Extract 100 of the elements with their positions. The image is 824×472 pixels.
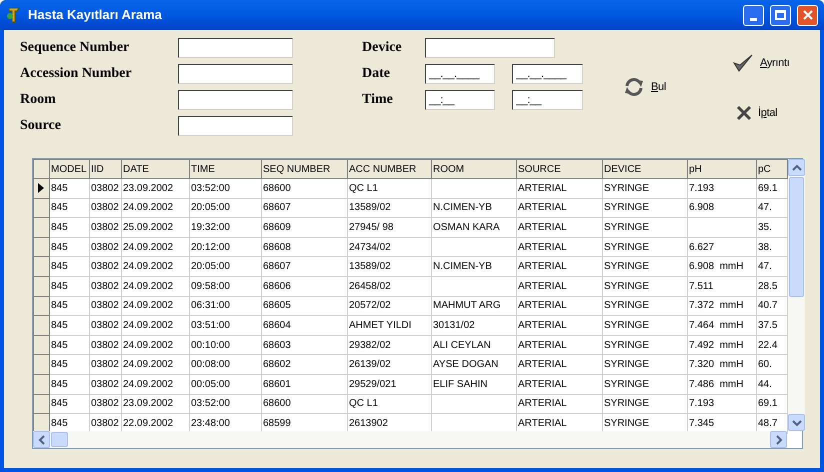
field-label: Accession Number — [20, 65, 133, 83]
column-header[interactable]: pC — [756, 160, 788, 178]
table-cell: 7.345 — [689, 418, 714, 429]
column-header[interactable]: MODEL — [50, 160, 90, 178]
table-cell: ARTERIAL — [518, 320, 567, 331]
table-cell: 29529/021 — [349, 378, 396, 390]
table-cell: 7.464 mmH — [689, 320, 744, 331]
table-cell: 2613902 — [349, 418, 388, 429]
table-cell: ARTERIAL — [518, 202, 567, 214]
maximize-button[interactable] — [770, 4, 791, 26]
table-cell: ARTERIAL — [518, 359, 567, 370]
toolbar-button[interactable]: Ayrıntı — [730, 52, 792, 74]
table-cell: 7.193 — [689, 398, 714, 410]
column-header[interactable]: TIME — [190, 160, 262, 178]
table-cell: SYRINGE — [604, 340, 650, 351]
table-cell: 24.09.2002 — [123, 261, 174, 272]
close-button[interactable] — [797, 4, 818, 26]
column-header[interactable]: SEQ NUMBER — [262, 160, 348, 178]
scroll-down-button[interactable] — [788, 414, 805, 431]
table-cell: 00:05:00 — [191, 378, 230, 390]
table-cell: 845 — [51, 418, 68, 429]
table-cell: SYRINGE — [604, 418, 650, 429]
column-header[interactable]: pH — [688, 160, 756, 178]
table-cell: 24.09.2002 — [123, 340, 174, 351]
table-cell: 24.09.2002 — [123, 280, 174, 292]
toolbar-button[interactable]: İptal — [734, 104, 780, 122]
scroll-right-button[interactable] — [770, 431, 787, 448]
input-field[interactable] — [178, 116, 293, 136]
table-cell: 19:32:00 — [191, 222, 230, 233]
table-cell: 22.4 — [758, 340, 778, 351]
input-field[interactable]: __.__.____ — [512, 64, 583, 84]
table-cell: 03:51:00 — [191, 320, 230, 331]
table-cell: 03802 — [91, 398, 119, 410]
scroll-thumb[interactable] — [789, 177, 804, 297]
column-header[interactable]: DEVICE — [602, 160, 688, 178]
field-label: Room — [20, 91, 57, 109]
table-cell: 03802 — [91, 182, 119, 194]
table-cell: 30131/02 — [433, 320, 475, 331]
column-header[interactable]: ACC NUMBER — [348, 160, 432, 178]
field-label: Sequence Number — [20, 39, 130, 57]
table-cell: SYRINGE — [604, 280, 650, 292]
table-cell: 845 — [51, 340, 68, 351]
table-cell: 47. — [758, 202, 772, 214]
table-cell: 20:05:00 — [191, 261, 230, 272]
table-cell: 7.492 mmH — [689, 340, 744, 351]
table-cell: 68601 — [263, 378, 291, 390]
table-cell: 27945/ 98 — [349, 222, 394, 233]
table-cell: 68607 — [263, 202, 291, 214]
window-title: Hasta Kayıtları Arama — [28, 6, 163, 24]
input-field[interactable]: __.__.____ — [425, 64, 495, 84]
column-header[interactable]: IID — [90, 160, 122, 178]
input-field[interactable] — [178, 38, 293, 58]
table-cell: ALI CEYLAN — [433, 340, 491, 351]
field-label: Device — [362, 39, 403, 57]
table-cell: 68600 — [263, 398, 291, 410]
horizontal-scrollbar[interactable] — [33, 431, 787, 448]
table-cell: 25.09.2002 — [123, 222, 174, 233]
table-cell: 24734/02 — [349, 242, 391, 253]
table-cell: 37.5 — [758, 320, 778, 331]
toolbar-button[interactable]: Bul — [621, 76, 668, 98]
input-field[interactable] — [178, 64, 293, 84]
table-cell: ARTERIAL — [518, 280, 567, 292]
table-cell: 00:08:00 — [191, 359, 230, 370]
table-cell: 845 — [51, 359, 68, 370]
table-cell: 24.09.2002 — [123, 242, 174, 253]
table-cell: N.CIMEN-YB — [433, 202, 492, 214]
row-indicator[interactable] — [34, 178, 50, 198]
column-header[interactable]: DATE — [122, 160, 190, 178]
table-cell: 68603 — [263, 340, 291, 351]
table-cell: 03802 — [91, 340, 119, 351]
input-field[interactable]: __:__ — [512, 90, 583, 110]
table-cell: ARTERIAL — [518, 340, 567, 351]
table-cell: 40.7 — [758, 300, 778, 312]
table-cell: 23.09.2002 — [123, 398, 174, 410]
scroll-up-button[interactable] — [788, 159, 805, 176]
input-field[interactable]: __:__ — [425, 90, 495, 110]
table-cell: 44. — [758, 378, 772, 390]
refresh-icon — [623, 77, 645, 97]
column-header[interactable]: ROOM — [432, 160, 516, 178]
table-cell: 26139/02 — [349, 359, 391, 370]
vertical-scrollbar[interactable] — [788, 159, 805, 431]
minimize-button[interactable] — [743, 4, 764, 26]
scroll-left-button[interactable] — [33, 431, 50, 448]
table-cell: 68608 — [263, 242, 291, 253]
table-cell: 68605 — [263, 300, 291, 312]
table-cell: 03802 — [91, 261, 119, 272]
column-header[interactable]: SOURCE — [516, 160, 602, 178]
input-field[interactable] — [178, 90, 293, 110]
table-cell: SYRINGE — [604, 222, 650, 233]
scroll-thumb[interactable] — [51, 432, 68, 447]
table-cell: 03802 — [91, 320, 119, 331]
table-cell: 24.09.2002 — [123, 202, 174, 214]
table-cell: 23:48:00 — [191, 418, 230, 429]
table-cell: 845 — [51, 378, 68, 390]
table-cell: 68606 — [263, 280, 291, 292]
table-cell: 03802 — [91, 359, 119, 370]
table-cell: QC L1 — [349, 398, 378, 410]
table-cell: 68607 — [263, 261, 291, 272]
table-cell: SYRINGE — [604, 378, 650, 390]
input-field[interactable] — [425, 38, 555, 58]
